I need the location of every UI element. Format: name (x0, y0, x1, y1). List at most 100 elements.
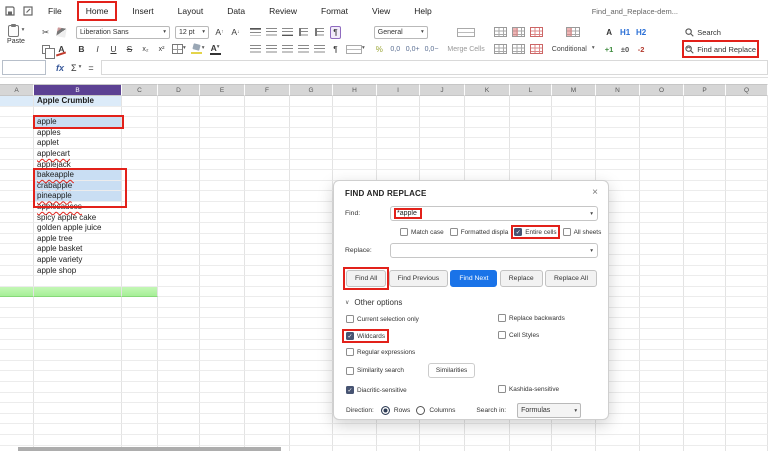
cell-O18[interactable] (640, 276, 684, 287)
cell-G23[interactable] (290, 329, 333, 340)
cell-I34[interactable] (377, 445, 420, 451)
cell-B33[interactable] (34, 435, 122, 446)
cell-K32[interactable] (465, 424, 510, 435)
cell-D23[interactable] (158, 329, 200, 340)
cell-P23[interactable] (684, 329, 726, 340)
cell-O2[interactable] (640, 106, 684, 118)
cell-Q4[interactable] (726, 127, 768, 139)
cell-N4[interactable] (596, 127, 640, 139)
cell-P6[interactable] (684, 148, 726, 160)
cell-P29[interactable] (684, 392, 726, 404)
cell-I3[interactable] (377, 117, 420, 128)
cell-M5[interactable] (552, 138, 596, 149)
cell-D33[interactable] (158, 435, 200, 446)
cell-P1[interactable] (684, 96, 726, 107)
cell-E14[interactable] (200, 233, 245, 245)
cell-B28[interactable] (34, 382, 122, 393)
cell-P11[interactable] (684, 201, 726, 213)
cell-C11[interactable] (122, 201, 158, 213)
cell-P33[interactable] (684, 435, 726, 446)
cell-P34[interactable] (684, 445, 726, 451)
cell-Q19[interactable] (726, 286, 768, 298)
cell-M32[interactable] (552, 424, 596, 435)
radio-button[interactable] (416, 406, 426, 415)
cell-P2[interactable] (684, 106, 726, 118)
column-header-h[interactable]: H (333, 84, 377, 96)
cell-H34[interactable] (333, 445, 377, 451)
chevron-down-icon[interactable]: ▾ (590, 248, 593, 254)
cell-C27[interactable] (122, 371, 158, 383)
cell-E16[interactable] (200, 254, 245, 266)
cell-G34[interactable] (290, 445, 333, 451)
cell-E7[interactable] (200, 159, 245, 171)
column-header-k[interactable]: K (465, 84, 510, 96)
cell-P18[interactable] (684, 276, 726, 287)
cell-D29[interactable] (158, 392, 200, 404)
cell-K5[interactable] (465, 138, 510, 149)
cell-Q6[interactable] (726, 148, 768, 160)
add-decimal-button[interactable]: 0,0+ (406, 43, 420, 56)
cell-F5[interactable] (245, 138, 290, 149)
cell-G14[interactable] (290, 233, 333, 245)
cell-M7[interactable] (552, 159, 596, 171)
cell-Q3[interactable] (726, 117, 768, 128)
cell-A6[interactable] (0, 148, 34, 160)
checkbox[interactable] (562, 228, 571, 236)
cell-Q31[interactable] (726, 413, 768, 425)
cell-E2[interactable] (200, 106, 245, 118)
cell-G7[interactable] (290, 159, 333, 171)
cell-B27[interactable] (34, 371, 122, 383)
cell-F12[interactable] (245, 212, 290, 224)
cell-D26[interactable] (158, 360, 200, 372)
cell-D8[interactable] (158, 170, 200, 181)
column-header-j[interactable]: J (420, 84, 465, 96)
cell-A3[interactable] (0, 117, 34, 128)
cell-I32[interactable] (377, 424, 420, 435)
align-bottom-button[interactable] (282, 26, 293, 39)
cell-P17[interactable] (684, 265, 726, 277)
cell-D31[interactable] (158, 413, 200, 425)
menu-item-home[interactable]: Home (76, 1, 118, 21)
cell-D1[interactable] (158, 96, 200, 107)
cell-D3[interactable] (158, 117, 200, 128)
cell-Q5[interactable] (726, 138, 768, 149)
cell-F18[interactable] (245, 276, 290, 287)
cell-E12[interactable] (200, 212, 245, 224)
cell-C4[interactable] (122, 127, 158, 139)
cell-G2[interactable] (290, 106, 333, 118)
cell-G9[interactable] (290, 180, 333, 192)
cell-A20[interactable] (0, 297, 34, 308)
cell-C21[interactable] (122, 307, 158, 319)
cell-F32[interactable] (245, 424, 290, 435)
checkbox[interactable] (346, 348, 354, 356)
cell-P20[interactable] (684, 297, 726, 308)
column-header-c[interactable]: C (122, 84, 158, 96)
cell-P8[interactable] (684, 170, 726, 181)
cell-G3[interactable] (290, 117, 333, 128)
cell-B18[interactable] (34, 276, 122, 287)
cell-G24[interactable] (290, 339, 333, 351)
cell-B8[interactable]: bakeapple (33, 168, 127, 207)
cell-G18[interactable] (290, 276, 333, 287)
cell-O5[interactable] (640, 138, 684, 149)
checkbox[interactable] (498, 385, 506, 393)
cell-M1[interactable] (552, 96, 596, 107)
cell-G15[interactable] (290, 244, 333, 255)
cell-E32[interactable] (200, 424, 245, 435)
cell-C15[interactable] (122, 244, 158, 255)
cell-O20[interactable] (640, 297, 684, 308)
cell-D17[interactable] (158, 265, 200, 277)
cell-L33[interactable] (510, 435, 552, 446)
cell-F14[interactable] (245, 233, 290, 245)
cell-J4[interactable] (420, 127, 465, 139)
cell-F11[interactable] (245, 201, 290, 213)
cell-O32[interactable] (640, 424, 684, 435)
cell-C12[interactable] (122, 212, 158, 224)
cell-B31[interactable] (34, 413, 122, 425)
cell-G13[interactable] (290, 223, 333, 234)
option-regular-expressions[interactable]: Regular expressions (346, 348, 415, 356)
cell-E17[interactable] (200, 265, 245, 277)
cell-A16[interactable] (0, 254, 34, 266)
cell-G22[interactable] (290, 318, 333, 330)
cell-O34[interactable] (640, 445, 684, 451)
